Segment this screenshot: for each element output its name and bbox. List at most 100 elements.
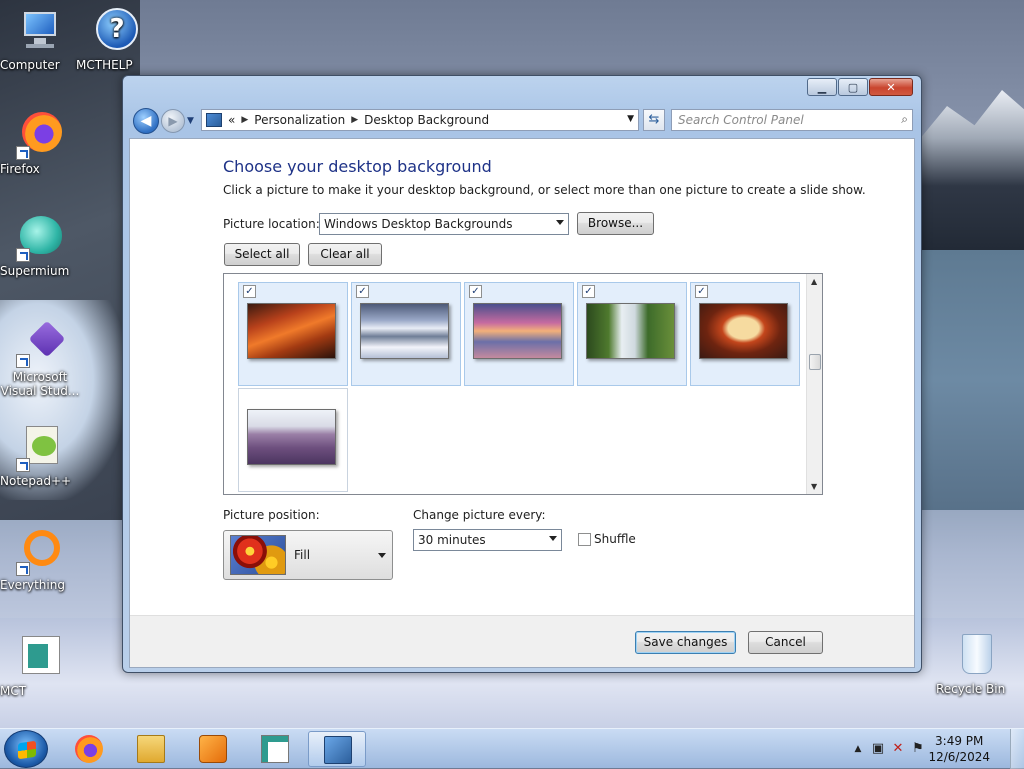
notepadpp-icon: [16, 424, 64, 472]
clock[interactable]: 3:49 PM 12/6/2024: [928, 733, 990, 765]
help-icon: ?: [92, 8, 140, 56]
scroll-down-icon[interactable]: ▼: [811, 482, 817, 491]
content-pane: Choose your desktop background Click a p…: [129, 138, 915, 668]
gallery-item[interactable]: ✓: [464, 282, 574, 386]
forward-button[interactable]: ▶: [161, 109, 185, 133]
desktop-icon-label: Supermium: [0, 264, 70, 278]
seascape-thumbnail: [473, 303, 562, 359]
maximize-icon: ▢: [847, 80, 859, 94]
maximize-button[interactable]: ▢: [838, 78, 868, 96]
desktop-icon-computer[interactable]: Computer: [0, 8, 80, 72]
breadcrumb-personalization[interactable]: Personalization: [254, 113, 345, 127]
change-interval-value: 30 minutes: [418, 533, 486, 547]
desktop-icon-recycle-bin[interactable]: Recycle Bin: [936, 632, 1016, 696]
browse-button[interactable]: Browse...: [577, 212, 654, 235]
desktop-icon-label: MCTHELP: [76, 58, 133, 72]
select-all-button[interactable]: Select all: [224, 243, 300, 266]
taskbar: ▲ ▣ ✕ ⚑ 3:49 PM 12/6/2024: [0, 728, 1024, 769]
chevron-down-icon: [556, 220, 564, 225]
change-picture-label: Change picture every:: [413, 508, 546, 522]
scroll-up-icon[interactable]: ▲: [811, 277, 817, 286]
desktop-icon-label: Notepad++: [0, 474, 72, 488]
shortcut-arrow-icon: [16, 146, 30, 160]
desktop-icon-visual-studio[interactable]: Microsoft Visual Stud...: [0, 320, 80, 398]
desktop-icon-mct[interactable]: MCT: [0, 634, 80, 698]
desktop-icon-firefox[interactable]: Firefox: [0, 112, 80, 176]
search-input[interactable]: Search Control Panel ⌕: [671, 109, 913, 131]
gallery-item[interactable]: ✓: [690, 282, 800, 386]
refresh-button[interactable]: ⇆: [643, 109, 665, 131]
save-changes-button[interactable]: Save changes: [635, 631, 736, 654]
start-button[interactable]: [4, 730, 48, 768]
breadcrumb-overflow[interactable]: «: [228, 113, 235, 127]
gallery-item[interactable]: ✓: [577, 282, 687, 386]
search-icon[interactable]: ⌕: [901, 112, 908, 127]
volume-muted-icon[interactable]: ✕: [890, 741, 906, 757]
navigation-bar: ◀ ▶ ▼ « ▶ Personalization ▶ Desktop Back…: [131, 108, 913, 134]
clear-all-button[interactable]: Clear all: [308, 243, 382, 266]
show-hidden-icons-icon[interactable]: ▲: [850, 741, 866, 757]
shortcut-arrow-icon: [16, 354, 30, 368]
close-button[interactable]: ✕: [869, 78, 913, 96]
taskbar-explorer[interactable]: [122, 731, 180, 767]
breadcrumb-desktop-background[interactable]: Desktop Background: [364, 113, 489, 127]
taskbar-control-panel[interactable]: [308, 731, 366, 767]
gallery-item-checkbox[interactable]: ✓: [356, 285, 369, 298]
shortcut-arrow-icon: [16, 562, 30, 576]
shortcut-arrow-icon: [16, 248, 30, 262]
show-desktop-button[interactable]: [1010, 729, 1024, 769]
picture-location-dropdown[interactable]: Windows Desktop Backgrounds: [319, 213, 569, 235]
address-dropdown-icon[interactable]: ▼: [627, 114, 634, 124]
shortcut-arrow-icon: [16, 458, 30, 472]
desktop-icon-label: Firefox: [0, 162, 40, 176]
change-interval-dropdown[interactable]: 30 minutes: [413, 529, 562, 551]
desktop-icon-supermium[interactable]: Supermium: [0, 214, 80, 278]
desktop-icon-notepadpp[interactable]: Notepad++: [0, 424, 80, 488]
desktop-icon-mcthelp[interactable]: ? MCTHELP: [76, 8, 156, 72]
address-bar[interactable]: « ▶ Personalization ▶ Desktop Background…: [201, 109, 639, 131]
gallery-item-checkbox[interactable]: ✓: [469, 285, 482, 298]
desktop-icon-everything[interactable]: Everything: [0, 528, 80, 592]
mct-icon: [261, 735, 289, 763]
picture-position-label: Picture position:: [223, 508, 320, 522]
desktop-icon-label: MCT: [0, 684, 27, 698]
gallery-item-checkbox[interactable]: ✓: [582, 285, 595, 298]
media-player-icon: [199, 735, 227, 763]
taskbar-firefox[interactable]: [60, 731, 118, 767]
waterfall-thumbnail: [586, 303, 675, 359]
taskbar-mct[interactable]: [246, 731, 304, 767]
page-title: Choose your desktop background: [223, 157, 492, 176]
taskbar-media-player[interactable]: [184, 731, 242, 767]
desktop-icon-label: Computer: [0, 58, 60, 72]
gallery-item-checkbox[interactable]: ✓: [243, 285, 256, 298]
close-icon: ✕: [886, 80, 896, 94]
network-icon[interactable]: ▣: [870, 741, 886, 757]
forward-arrow-icon: ▶: [168, 114, 178, 128]
desktop-icon-label: Recycle Bin: [936, 682, 1006, 696]
gallery-item[interactable]: ✓: [238, 282, 348, 386]
gallery-scrollbar[interactable]: ▲ ▼: [806, 274, 822, 494]
system-tray: ▲ ▣ ✕ ⚑ 3:49 PM 12/6/2024: [844, 729, 1024, 769]
back-button[interactable]: ◀: [133, 108, 159, 134]
desktop-icon-label: Everything: [0, 578, 65, 592]
picture-position-dropdown[interactable]: Fill: [223, 530, 393, 580]
folder-icon: [137, 735, 165, 763]
desktop-background-window: ▁ ▢ ✕ ◀ ▶ ▼ « ▶ Personalization ▶ Deskto…: [122, 75, 922, 673]
chevron-down-icon: [549, 536, 557, 541]
shuffle-checkbox[interactable]: [578, 533, 591, 546]
recent-pages-button[interactable]: ▼: [187, 116, 194, 126]
firefox-icon: [75, 735, 103, 763]
shuffle-label[interactable]: Shuffle: [594, 532, 636, 546]
action-center-flag-icon[interactable]: ⚑: [910, 741, 926, 757]
wallpaper-mountain-right: [914, 90, 1024, 250]
gallery-item[interactable]: [238, 388, 348, 492]
refresh-icon: ⇆: [648, 112, 660, 127]
control-panel-icon: [206, 113, 222, 127]
scrollbar-thumb[interactable]: [809, 354, 821, 370]
gallery-item[interactable]: ✓: [351, 282, 461, 386]
window-caption-buttons: ▁ ▢ ✕: [807, 78, 913, 96]
minimize-button[interactable]: ▁: [807, 78, 837, 96]
cancel-button[interactable]: Cancel: [748, 631, 823, 654]
gallery-item-checkbox[interactable]: ✓: [695, 285, 708, 298]
recycle-bin-icon: [952, 632, 1000, 680]
